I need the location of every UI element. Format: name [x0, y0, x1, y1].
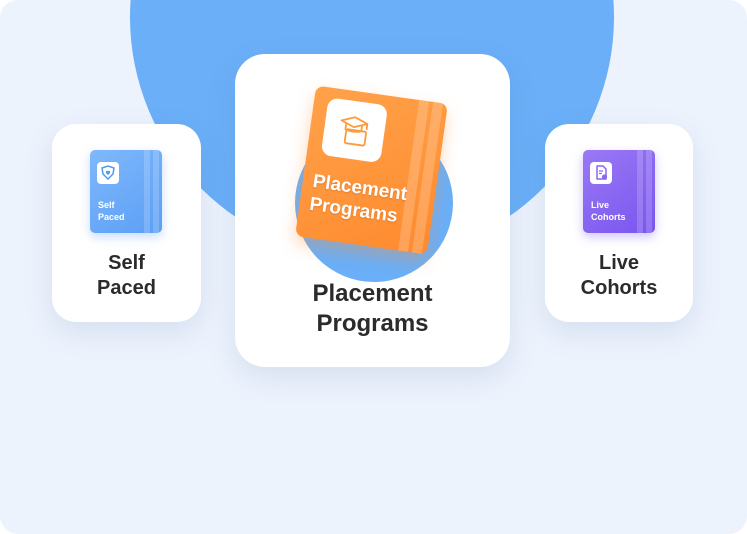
book-stripe	[646, 150, 652, 233]
book-title: Placement Programs	[308, 171, 409, 227]
card-label: Live Cohorts	[580, 252, 658, 299]
self-paced-card[interactable]: Self Paced Self Paced	[52, 124, 201, 322]
book-stripe	[144, 150, 150, 233]
graduation-cap-icon	[320, 97, 389, 164]
book-title: Live Cohorts	[591, 200, 626, 222]
book-title: Self Paced	[98, 200, 125, 222]
book-stripe	[153, 150, 159, 233]
live-cohorts-book: Live Cohorts	[583, 150, 655, 233]
self-paced-book: Self Paced	[90, 150, 162, 233]
card-label: Placement Programs	[312, 280, 433, 337]
card-label: Self Paced	[97, 252, 156, 299]
placement-programs-book: Placement Programs	[295, 85, 448, 255]
book-stripe	[637, 150, 643, 233]
placement-programs-card[interactable]: Placement Programs Placement Programs	[235, 54, 510, 367]
document-user-icon	[590, 162, 612, 184]
shield-heart-icon	[97, 162, 119, 184]
live-cohorts-card[interactable]: Live Cohorts Live Cohorts	[545, 124, 693, 322]
hero-illustration: Self Paced Self Paced Placement Programs…	[0, 0, 747, 534]
